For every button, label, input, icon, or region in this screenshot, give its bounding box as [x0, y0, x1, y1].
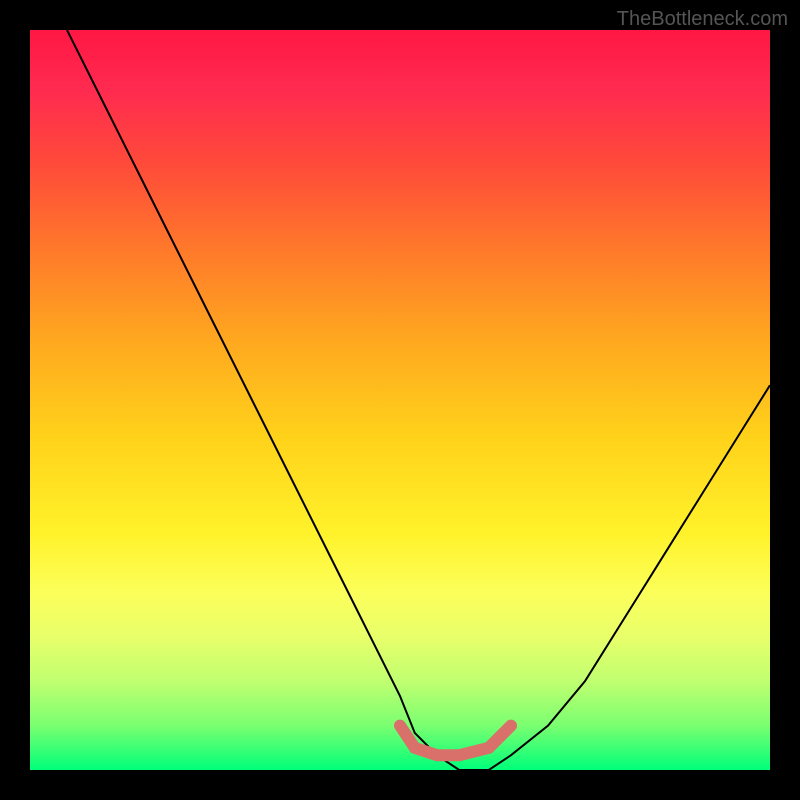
- plot-area: [30, 30, 770, 770]
- watermark-text: TheBottleneck.com: [617, 8, 788, 31]
- highlight-trough: [400, 726, 511, 756]
- chart-svg: [30, 30, 770, 770]
- bottleneck-curve: [67, 30, 770, 770]
